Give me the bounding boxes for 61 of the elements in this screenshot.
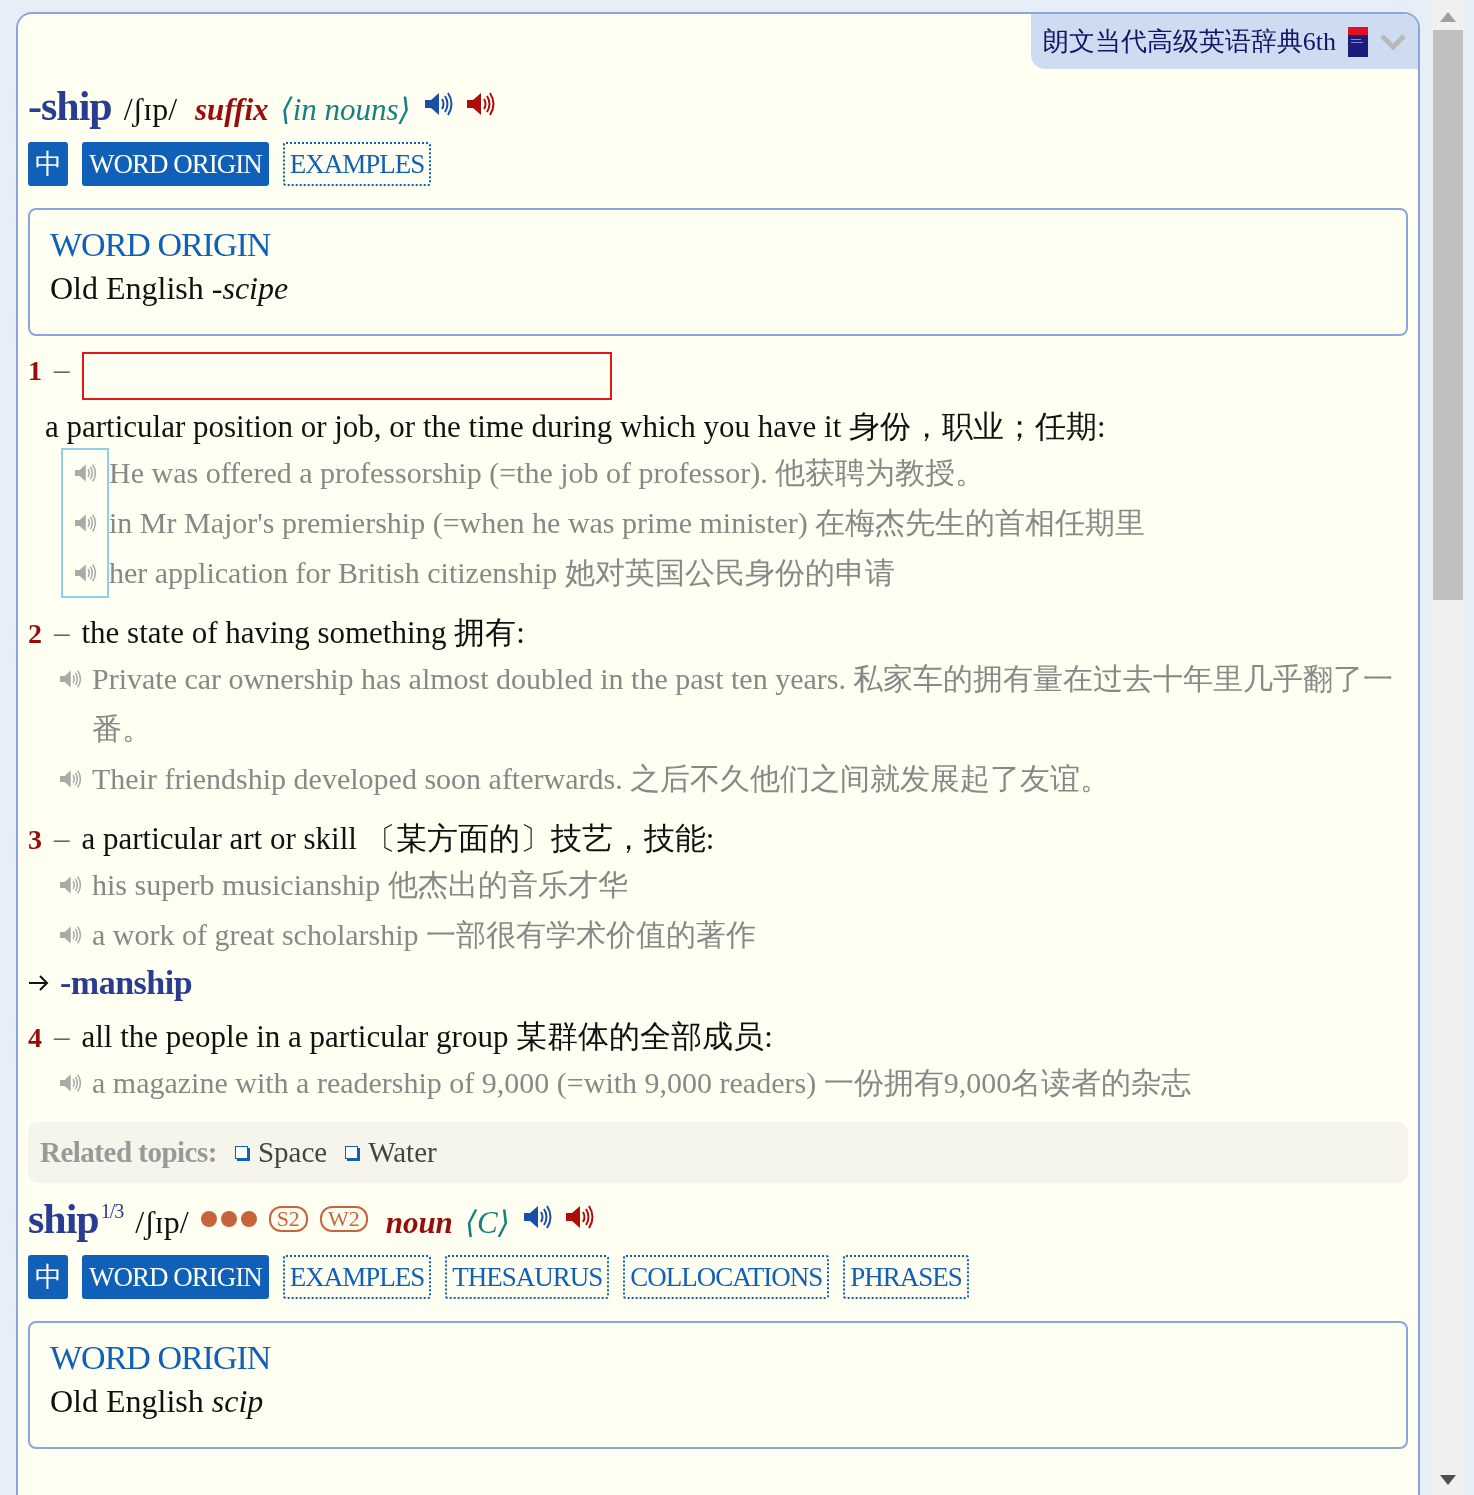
definition: the state of having something 拥有: xyxy=(81,614,525,652)
sense-number: 1 xyxy=(28,355,42,387)
definition: a particular art or skill 〔某方面的〕技艺，技能: xyxy=(81,820,715,858)
definition: a particular position or job, or the time during which you have it 身份，职业；任期: xyxy=(45,409,1106,444)
section-tab[interactable]: WORD ORIGIN xyxy=(82,142,269,186)
frequency-badge: S2 xyxy=(268,1206,308,1232)
example-sentence: Private car ownership has almost doubled in the past ten years. 私家车的拥有量在过去十年里几乎翻了一番。 xyxy=(92,661,1395,747)
section-tab[interactable]: THESAURUS xyxy=(445,1255,610,1299)
topic-icon xyxy=(345,1146,359,1159)
section-tab[interactable]: PHRASES xyxy=(843,1255,969,1299)
speaker-icon[interactable] xyxy=(563,1204,594,1230)
topic-link[interactable]: Space xyxy=(257,1136,328,1169)
example-sentence: his superb musicianship 他杰出的音乐才华 xyxy=(92,867,628,903)
scroll-down-icon[interactable] xyxy=(1440,1475,1456,1485)
grammar-label: ⟨in nouns⟩ xyxy=(280,91,411,128)
dash: – xyxy=(54,615,70,651)
chevron-down-icon[interactable] xyxy=(1380,32,1406,51)
word-origin-text: Old English scip xyxy=(50,1383,265,1420)
section-tab[interactable]: 中 xyxy=(28,142,68,186)
speaker-icon[interactable] xyxy=(464,91,495,117)
part-of-speech: suffix xyxy=(195,92,269,128)
example-sentence: He was offered a professorship (=the job of professor). 他获聘为教授。 xyxy=(109,455,987,491)
topic-icon xyxy=(234,1146,248,1159)
arrow-icon xyxy=(28,974,50,992)
example-sentence: a work of great scholarship 一部很有学术价值的著作 xyxy=(92,917,757,953)
pronunciation: /ʃɪp/ xyxy=(123,91,178,128)
dictionary-name: 朗文当代高级英语辞典6th xyxy=(1042,26,1336,58)
dash: – xyxy=(54,821,70,857)
speaker-icon[interactable] xyxy=(521,1204,552,1230)
frequency-badge: W2 xyxy=(319,1206,368,1232)
dictionary-tab[interactable]: 朗文当代高级英语辞典6th xyxy=(1030,14,1418,69)
section-tab[interactable]: WORD ORIGIN xyxy=(82,1255,269,1299)
section-tab[interactable]: EXAMPLES xyxy=(282,142,432,186)
dash: – xyxy=(54,1019,70,1055)
related-topics-label: Related topics: xyxy=(40,1136,217,1169)
sense-number: 2 xyxy=(28,618,42,650)
scrollbar-thumb[interactable] xyxy=(1433,30,1463,600)
example-sentence: in Mr Major's premiership (=when he was prime minister) 在梅杰先生的首相任期里 xyxy=(109,505,1147,541)
cross-reference-link[interactable]: -manship xyxy=(60,964,193,1002)
sense-number: 3 xyxy=(28,824,42,856)
scroll-up-icon[interactable] xyxy=(1440,12,1456,22)
part-of-speech: noun xyxy=(385,1205,453,1241)
sense-number: 4 xyxy=(28,1022,42,1054)
headword: ship$^{1/3}$ xyxy=(28,1195,124,1243)
book-cover-icon xyxy=(1348,26,1368,57)
word-origin-title: WORD ORIGIN xyxy=(50,226,272,264)
section-tab[interactable]: EXAMPLES xyxy=(282,1255,432,1299)
word-origin-title: WORD ORIGIN xyxy=(50,1339,272,1377)
headword: -ship xyxy=(28,82,112,130)
word-origin-text: Old English -scipe xyxy=(50,270,290,307)
example-sentence: a magazine with a readership of 9,000 (=with 9,000 readers) 一份拥有9,000名读者的杂志 xyxy=(92,1065,1192,1101)
topic-link[interactable]: Water xyxy=(368,1136,437,1169)
definition: all the people in a particular group 某群体的全部成员: xyxy=(81,1018,773,1056)
grammar-label: ⟨C⟩ xyxy=(464,1204,510,1241)
example-sentence: Their friendship developed soon afterwards. 之后不久他们之间就发展起了友谊。 xyxy=(92,761,1111,797)
speaker-icon[interactable] xyxy=(422,91,453,117)
example-sentence: her application for British citizenship 她对英国公民身份的申请 xyxy=(109,555,896,591)
pronunciation: /ʃɪp/ xyxy=(135,1204,189,1241)
section-tab[interactable]: 中 xyxy=(28,1255,68,1299)
dash: – xyxy=(54,352,70,388)
section-tab[interactable]: COLLOCATIONS xyxy=(623,1255,830,1299)
